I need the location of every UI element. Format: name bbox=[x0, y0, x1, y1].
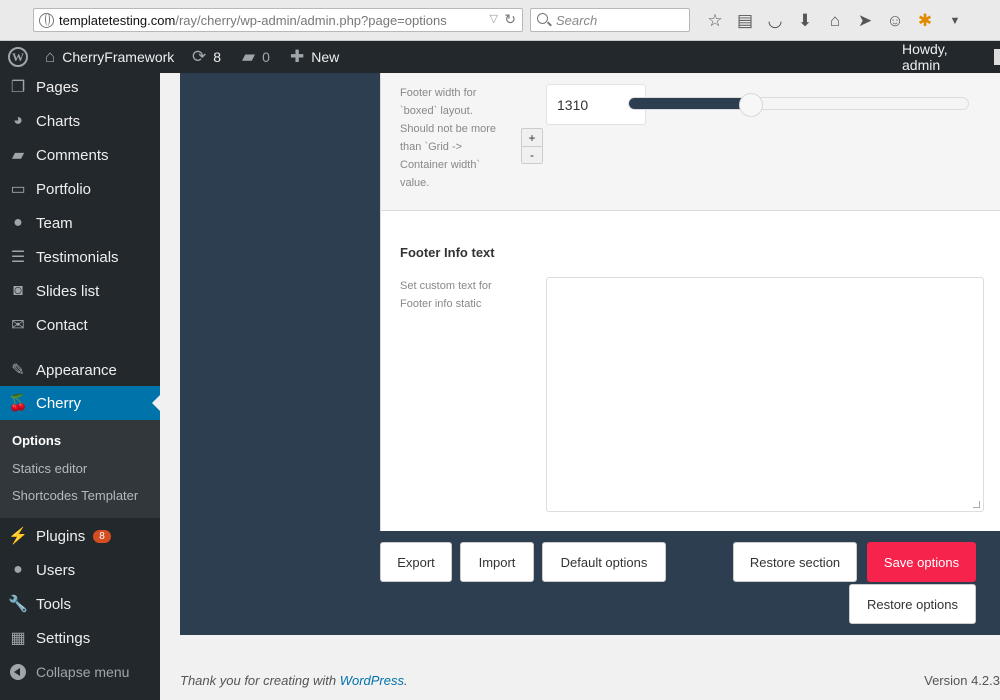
sidebar-item-comments[interactable]: ▰ Comments bbox=[0, 138, 160, 172]
submenu-item-options[interactable]: Options bbox=[12, 433, 61, 448]
send-icon[interactable]: ➤ bbox=[850, 10, 880, 32]
sidebar-item-slides[interactable]: ◙ Slides list bbox=[0, 274, 160, 308]
footer-width-stepper: + - bbox=[521, 128, 543, 164]
globe-icon bbox=[39, 13, 54, 28]
slider-handle[interactable] bbox=[738, 93, 763, 117]
url-text: templatetesting.com/ray/cherry/wp-admin/… bbox=[59, 13, 447, 28]
submenu-item-statics-editor[interactable]: Statics editor bbox=[12, 461, 87, 476]
sidebar-item-charts[interactable]: ◕ Charts bbox=[0, 104, 160, 138]
sidebar-item-portfolio[interactable]: ▭ Portfolio bbox=[0, 172, 160, 206]
options-panel: Footer width for `boxed` layout. Should … bbox=[380, 73, 1000, 531]
sidebar-item-tools[interactable]: 🔧 Tools bbox=[0, 587, 160, 621]
address-bar[interactable]: templatetesting.com/ray/cherry/wp-admin/… bbox=[33, 8, 523, 32]
sidebar-item-contact[interactable]: ✉ Contact bbox=[0, 308, 160, 342]
my-account-link[interactable]: Howdy, admin bbox=[902, 41, 1000, 73]
chat-icon[interactable]: ☺ bbox=[880, 10, 910, 32]
wp-admin-bar: W ⌂ CherryFramework ⟳ 8 ▰ 0 ✚ New Howdy, adm… bbox=[0, 41, 1000, 73]
import-button[interactable]: Import bbox=[460, 542, 534, 582]
restore-section-button[interactable]: Restore section bbox=[733, 542, 857, 582]
settings-icon: ▦ bbox=[10, 630, 26, 647]
comment-icon: ▰ bbox=[242, 47, 256, 66]
home-icon: ⌂ bbox=[45, 47, 56, 66]
footer-width-option: Footer width for `boxed` layout. Should … bbox=[381, 73, 1000, 211]
appearance-icon: ✎ bbox=[11, 362, 25, 379]
sidebar-item-plugins[interactable]: ⚡ Plugins 8 bbox=[0, 519, 160, 553]
download-icon[interactable]: ⬇ bbox=[790, 10, 820, 32]
menu-dropdown-icon[interactable]: ▼ bbox=[940, 10, 970, 32]
browser-search-input[interactable]: Search bbox=[530, 8, 690, 32]
reading-list-icon[interactable]: ▤ bbox=[730, 10, 760, 32]
footer-width-description: Footer width for `boxed` layout. Should … bbox=[400, 87, 497, 189]
comments-link[interactable]: ▰ 0 bbox=[242, 41, 270, 73]
submenu-item-shortcodes-templater[interactable]: Shortcodes Templater bbox=[12, 488, 138, 503]
save-options-button[interactable]: Save options bbox=[867, 542, 976, 582]
comments-icon: ▰ bbox=[11, 147, 25, 164]
default-options-button[interactable]: Default options bbox=[542, 542, 666, 582]
testimonials-icon: ☰ bbox=[10, 249, 26, 266]
footer-version: Version 4.2.3 bbox=[924, 673, 1000, 688]
site-name-link[interactable]: ⌂ CherryFramework bbox=[45, 41, 174, 73]
tools-icon: 🔧 bbox=[8, 596, 28, 613]
avatar bbox=[994, 49, 1000, 65]
home-icon[interactable]: ⌂ bbox=[820, 10, 850, 32]
wordpress-link[interactable]: WordPress bbox=[340, 673, 404, 688]
sidebar-item-appearance[interactable]: ✎ Appearance bbox=[0, 353, 160, 387]
search-icon bbox=[537, 13, 548, 24]
team-icon: ● bbox=[13, 214, 23, 231]
restore-options-button[interactable]: Restore options bbox=[849, 584, 976, 624]
url-dropdown-icon[interactable]: ▽ bbox=[490, 12, 498, 25]
cherry-icon: 🍒 bbox=[8, 395, 28, 412]
stepper-decrement-button[interactable]: - bbox=[522, 146, 542, 163]
charts-icon: ◕ bbox=[13, 112, 23, 129]
pocket-icon[interactable]: ◡ bbox=[760, 10, 790, 32]
slides-icon: ◙ bbox=[13, 282, 23, 299]
wordpress-logo-icon[interactable]: W bbox=[8, 41, 28, 73]
collapse-icon bbox=[10, 664, 26, 680]
plugins-update-badge: 8 bbox=[93, 529, 111, 543]
browser-toolbar-icons: ☆ ▤ ◡ ⬇ ⌂ ➤ ☺ ✱ ▼ bbox=[700, 10, 970, 32]
browser-toolbar: templatetesting.com/ray/cherry/wp-admin/… bbox=[0, 0, 1000, 41]
sidebar-item-cherry[interactable]: 🍒 Cherry bbox=[0, 386, 160, 420]
bookmark-star-icon[interactable]: ☆ bbox=[700, 10, 730, 32]
footer-info-description: Set custom text for Footer info static bbox=[400, 280, 492, 310]
search-placeholder: Search bbox=[556, 13, 598, 28]
pages-icon: ❐ bbox=[10, 79, 26, 96]
portfolio-icon: ▭ bbox=[10, 181, 26, 198]
sidebar-item-team[interactable]: ● Team bbox=[0, 206, 160, 240]
slider-fill bbox=[629, 98, 752, 109]
resize-grip-icon[interactable] bbox=[973, 501, 980, 508]
sidebar-item-testimonials[interactable]: ☰ Testimonials bbox=[0, 240, 160, 274]
sidebar-item-settings[interactable]: ▦ Settings bbox=[0, 621, 160, 655]
admin-sidebar: ❐ Pages ◕ Charts ▰ Comments ▭ Portfolio ● Tea… bbox=[0, 73, 160, 700]
contact-icon: ✉ bbox=[11, 317, 25, 334]
plugins-icon: ⚡ bbox=[8, 528, 28, 545]
users-icon: ● bbox=[13, 561, 23, 578]
footer-width-slider[interactable] bbox=[628, 97, 969, 110]
new-content-link[interactable]: ✚ New bbox=[290, 41, 339, 73]
collapse-menu-button[interactable]: Collapse menu bbox=[0, 660, 129, 684]
reload-icon[interactable]: ↻ bbox=[504, 11, 516, 28]
sidebar-item-pages[interactable]: ❐ Pages bbox=[0, 70, 160, 104]
extension-icon[interactable]: ✱ bbox=[910, 10, 940, 32]
export-button[interactable]: Export bbox=[380, 542, 452, 582]
footer-thanks: Thank you for creating with WordPress. bbox=[180, 673, 408, 688]
updates-link[interactable]: ⟳ 8 bbox=[192, 41, 221, 73]
cherry-submenu: Options Statics editor Shortcodes Templa… bbox=[0, 420, 160, 518]
stepper-increment-button[interactable]: + bbox=[522, 129, 542, 146]
footer-info-textarea[interactable] bbox=[546, 277, 984, 512]
updates-icon: ⟳ bbox=[192, 47, 207, 66]
sidebar-item-users[interactable]: ● Users bbox=[0, 553, 160, 587]
footer-info-title: Footer Info text bbox=[400, 245, 495, 260]
plus-icon: ✚ bbox=[290, 47, 305, 66]
